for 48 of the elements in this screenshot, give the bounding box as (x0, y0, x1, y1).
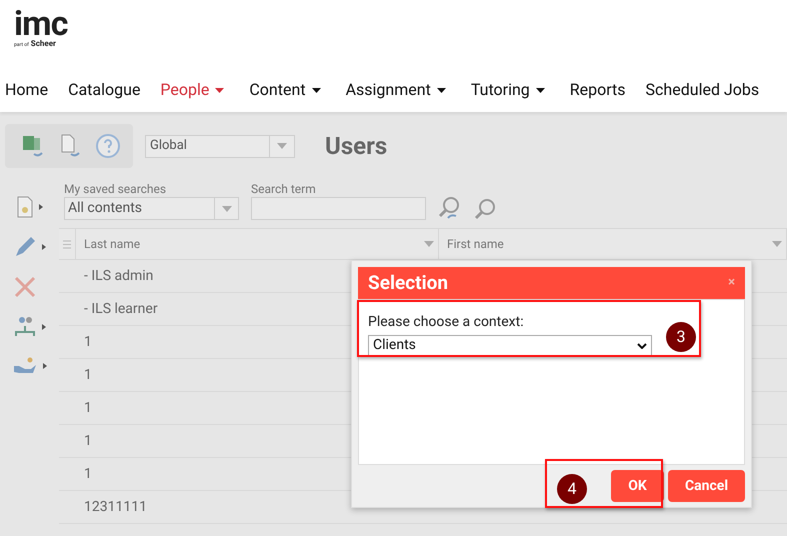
table-cell-text: 12311111 (84, 498, 147, 516)
table-cell-text: - ILS learner (84, 300, 158, 318)
caret-icon (312, 88, 321, 92)
caret-icon (424, 241, 434, 247)
table-cell-text: 1 (84, 398, 92, 418)
nav-item[interactable]: Tutoring (470, 78, 545, 102)
caret-icon (772, 241, 782, 247)
context-dropdown[interactable]: Clients (368, 335, 652, 356)
table-cell-text: 1 (84, 432, 92, 450)
nav-item[interactable]: Content (249, 78, 321, 102)
search-icon[interactable] (474, 198, 496, 220)
arrow-icon (38, 204, 42, 210)
search-field[interactable] (251, 197, 426, 220)
table-cell-text: - ILS admin (84, 266, 154, 286)
reset-search-icon[interactable] (438, 196, 462, 220)
caret-icon (536, 88, 545, 92)
arrow-icon (42, 324, 46, 330)
nav-item[interactable]: People (160, 78, 224, 102)
context-prompt: Please choose a context: (368, 313, 525, 332)
table-cell-text: 1 (84, 464, 92, 484)
caret-icon (436, 88, 446, 92)
saved-searches-select[interactable]: All contents (64, 197, 239, 220)
caret-icon (277, 143, 287, 149)
pencil-icon[interactable] (14, 236, 36, 258)
column-header[interactable]: First name (439, 229, 787, 259)
caret-icon (215, 88, 224, 92)
delete-icon[interactable] (14, 276, 36, 298)
menu-icon[interactable] (63, 240, 71, 248)
arrow-icon (42, 244, 46, 250)
help-icon[interactable] (96, 134, 120, 158)
chevron-down-icon (637, 342, 647, 348)
nav-item[interactable]: Scheduled Jobs (646, 78, 760, 102)
nav-item[interactable]: Catalogue (68, 78, 140, 102)
nav-item[interactable]: Reports (570, 78, 626, 102)
arrow-icon (42, 363, 46, 369)
hand-key-icon[interactable] (12, 356, 36, 376)
table-cell-text: 1 (84, 332, 92, 352)
field-label: Search term (251, 182, 317, 197)
hierarchy-icon[interactable] (14, 316, 36, 338)
new-document-icon[interactable] (16, 196, 32, 218)
nav-item[interactable]: Home (5, 78, 48, 102)
table-cell-text: 1 (84, 366, 92, 384)
nav-item[interactable]: Assignment (346, 78, 446, 102)
caret-icon (222, 206, 232, 212)
field-label: My saved searches (64, 182, 168, 197)
context-select[interactable]: Global (145, 134, 295, 158)
column-header[interactable]: Last name (76, 229, 439, 259)
page-title: Users (325, 131, 388, 162)
